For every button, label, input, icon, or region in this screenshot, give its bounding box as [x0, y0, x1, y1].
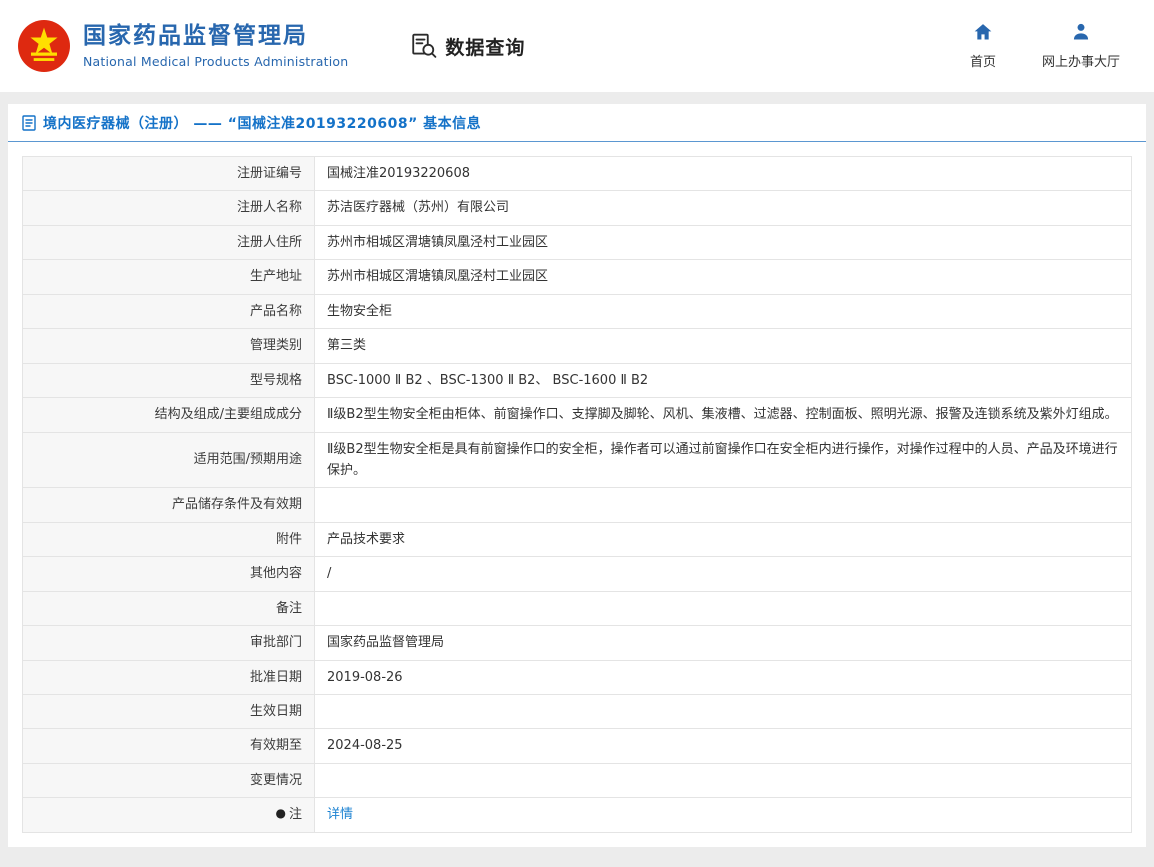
row-label: 审批部门 — [22, 625, 315, 661]
row-label: 生产地址 — [22, 259, 315, 295]
row-label: 结构及组成/主要组成成分 — [22, 397, 315, 433]
row-label: ● 注 — [22, 797, 315, 833]
table-row: 变更情况 — [22, 762, 1132, 799]
row-value: 苏洁医疗器械（苏州）有限公司 — [314, 190, 1132, 226]
row-value: 产品技术要求 — [314, 521, 1132, 558]
org-name-english: National Medical Products Administration — [83, 53, 349, 69]
registration-info-table: 注册证编号 国械注准20193220608 注册人名称 苏洁医疗器械（苏州）有限公司注… — [22, 155, 1132, 833]
row-label: 变更情况 — [22, 762, 315, 799]
nav-service-hall-label: 网上办事大厅 — [1041, 55, 1120, 70]
home-icon — [973, 22, 993, 46]
row-label: 注册证编号 — [22, 155, 315, 192]
org-names: 国家药品监督管理局 National Medical Products Admi… — [83, 23, 348, 69]
row-value — [314, 693, 1132, 730]
page-title-bar: 境内医疗器械（注册） —— “国械注准20193220608” 基本信息 — [8, 104, 1146, 142]
table-row: 审批部门 国家药品监督管理局 — [22, 625, 1132, 661]
row-label: 注册人名称 — [22, 190, 315, 226]
row-value: 2019-08-26 — [314, 659, 1132, 696]
row-label: 产品储存条件及有效期 — [22, 487, 315, 523]
row-label: 适用范围/预期用途 — [22, 431, 315, 489]
table-row: 有效期至 2024-08-25 — [22, 728, 1132, 764]
table-row: 注册证编号 国械注准20193220608 — [22, 155, 1132, 192]
note-icon: ● — [275, 806, 286, 821]
page-title: 境内医疗器械（注册） —— “国械注准20193220608” 基本信息 — [43, 116, 482, 132]
table-row: 注册人住所 苏州市相城区渭塘镇凤凰泾村工业园区 — [22, 224, 1132, 261]
row-value — [314, 762, 1132, 799]
table-row: 生产地址 苏州市相城区渭塘镇凤凰泾村工业园区 — [22, 259, 1132, 295]
document-icon — [22, 115, 36, 131]
table-row: 产品名称 生物安全柜 — [22, 293, 1132, 330]
site-logo[interactable]: 国家药品监督管理局 National Medical Products Admi… — [18, 20, 348, 72]
table-row: 结构及组成/主要组成成分 Ⅱ级B2型生物安全柜由柜体、前窗操作口、支撑脚及脚轮、风… — [22, 397, 1132, 433]
data-query-icon — [410, 32, 438, 60]
table-row: 注册人名称 苏洁医疗器械（苏州）有限公司 — [22, 190, 1132, 226]
row-label: 生效日期 — [22, 693, 315, 730]
row-label: 产品名称 — [22, 293, 315, 330]
row-label: 型号规格 — [22, 362, 315, 399]
user-icon — [1071, 22, 1091, 46]
nav-home[interactable]: 首页 — [970, 22, 996, 70]
row-value: 2024-08-25 — [314, 728, 1132, 764]
table-row: 批准日期 2019-08-26 — [22, 659, 1132, 696]
org-name-chinese: 国家药品监督管理局 — [83, 23, 308, 50]
row-label: 附件 — [22, 521, 315, 558]
site-header: 国家药品监督管理局 National Medical Products Admi… — [0, 0, 1154, 92]
table-row: 型号规格 BSC-1000 Ⅱ B2 、BSC-1300 Ⅱ B2、 BSC-16… — [22, 362, 1132, 399]
table-row: 产品储存条件及有效期 — [22, 487, 1132, 523]
nav-data-query[interactable]: 数据查询 — [410, 32, 525, 60]
table-row: 管理类别 第三类 — [22, 328, 1132, 364]
row-value — [314, 590, 1132, 627]
row-value: 第三类 — [314, 328, 1132, 364]
row-label: 管理类别 — [22, 328, 315, 364]
nav-home-label: 首页 — [969, 55, 996, 70]
table-row: 适用范围/预期用途 Ⅱ级B2型生物安全柜是具有前窗操作口的安全柜，操作者可以通过前… — [22, 431, 1132, 489]
national-emblem-icon — [18, 20, 70, 72]
row-value: 苏州市相城区渭塘镇凤凰泾村工业园区 — [314, 259, 1132, 295]
table-wrap: 注册证编号 国械注准20193220608 注册人名称 苏洁医疗器械（苏州）有限公司注… — [8, 142, 1146, 847]
table-row: 备注 — [22, 590, 1132, 627]
row-value — [314, 487, 1132, 523]
row-value: 详情 — [314, 797, 1132, 833]
row-label: 批准日期 — [22, 659, 315, 696]
row-label: 注册人住所 — [22, 224, 315, 261]
table-row: 附件 产品技术要求 — [22, 521, 1132, 558]
header-nav: 首页 网上办事大厅 — [970, 22, 1120, 70]
data-query-label: 数据查询 — [445, 36, 526, 59]
row-value: 国械注准20193220608 — [314, 155, 1132, 192]
detail-link[interactable]: 详情 — [327, 807, 353, 822]
row-value: 苏州市相城区渭塘镇凤凰泾村工业园区 — [314, 224, 1132, 261]
table-row: ● 注详情 — [22, 797, 1132, 833]
nav-service-hall[interactable]: 网上办事大厅 — [1042, 22, 1120, 70]
main-content: 境内医疗器械（注册） —— “国械注准20193220608” 基本信息 注册证… — [0, 92, 1154, 867]
row-value: BSC-1000 Ⅱ B2 、BSC-1300 Ⅱ B2、 BSC-1600 Ⅱ… — [314, 362, 1132, 399]
table-row: 生效日期 — [22, 693, 1132, 730]
row-label: 其他内容 — [22, 556, 315, 592]
row-value: / — [314, 556, 1132, 592]
row-value: 国家药品监督管理局 — [314, 625, 1132, 661]
row-label: 有效期至 — [22, 728, 315, 764]
row-label: 备注 — [22, 590, 315, 627]
row-value: 生物安全柜 — [314, 293, 1132, 330]
row-value: Ⅱ级B2型生物安全柜由柜体、前窗操作口、支撑脚及脚轮、风机、集液槽、过滤器、控制… — [314, 397, 1132, 433]
info-panel: 境内医疗器械（注册） —— “国械注准20193220608” 基本信息 注册证… — [8, 104, 1146, 847]
table-row: 其他内容 / — [22, 556, 1132, 592]
row-value: Ⅱ级B2型生物安全柜是具有前窗操作口的安全柜，操作者可以通过前窗操作口在安全柜内… — [314, 431, 1132, 489]
